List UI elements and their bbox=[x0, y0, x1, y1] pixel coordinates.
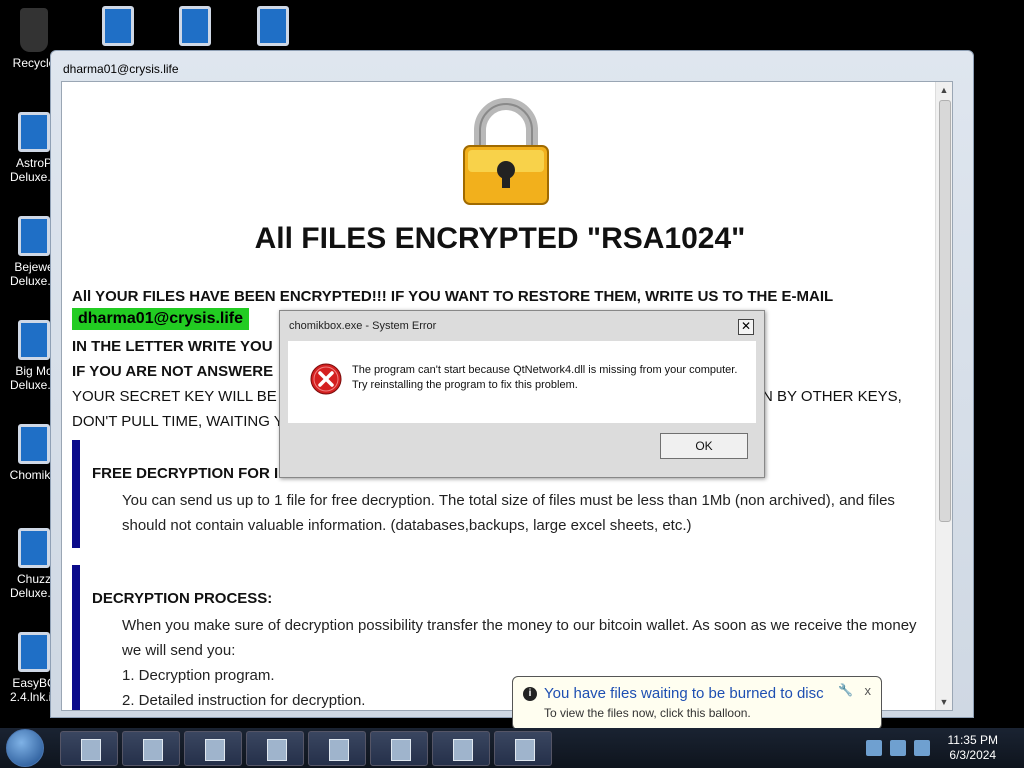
error-icon bbox=[310, 363, 342, 395]
installer-icon bbox=[329, 739, 349, 761]
taskbar-button[interactable] bbox=[494, 731, 552, 766]
close-icon[interactable]: ✕ bbox=[738, 319, 754, 335]
taskbar-button[interactable] bbox=[184, 731, 242, 766]
options-icon[interactable]: 🔧 bbox=[838, 683, 853, 697]
shortcut-icon bbox=[18, 424, 50, 464]
section-bar bbox=[72, 565, 80, 710]
balloon-title: You have files waiting to be burned to d… bbox=[544, 685, 824, 702]
desktop-shortcut[interactable] bbox=[243, 6, 303, 50]
ok-button[interactable]: OK bbox=[660, 433, 748, 459]
taskbar: 11:35 PM 6/3/2024 bbox=[0, 728, 1024, 768]
warning-line: IF YOU ARE NOT ANSWERE bbox=[72, 363, 274, 380]
section-bar bbox=[72, 440, 80, 548]
padlock-icon bbox=[463, 98, 549, 205]
info-icon: i bbox=[523, 687, 537, 701]
taskbar-button[interactable] bbox=[432, 731, 490, 766]
dialog-content: The program can't start because QtNetwor… bbox=[288, 341, 756, 423]
error-message: The program can't start because QtNetwor… bbox=[352, 364, 738, 391]
shortcut-icon bbox=[18, 216, 50, 256]
trash-icon bbox=[20, 8, 48, 52]
warning-line: IN THE LETTER WRITE YOU bbox=[72, 338, 273, 355]
installer-icon bbox=[515, 739, 535, 761]
start-button[interactable] bbox=[6, 729, 44, 767]
taskbar-button[interactable] bbox=[308, 731, 366, 766]
volume-tray-icon[interactable] bbox=[914, 740, 930, 756]
section-text: When you make sure of decryption possibi… bbox=[122, 617, 917, 659]
taskbar-clock[interactable]: 11:35 PM 6/3/2024 bbox=[948, 733, 998, 763]
document-icon bbox=[81, 739, 101, 761]
burn-notification-balloon[interactable]: i You have files waiting to be burned to… bbox=[512, 676, 882, 730]
scroll-thumb[interactable] bbox=[939, 100, 951, 522]
taskbar-button[interactable] bbox=[60, 731, 118, 766]
dialog-title: chomikbox.exe - System Error bbox=[289, 320, 437, 332]
burn-tray-icon[interactable] bbox=[866, 740, 882, 756]
desktop-shortcut[interactable] bbox=[88, 6, 148, 50]
taskbar-button[interactable] bbox=[122, 731, 180, 766]
section-text: You can send us up to 1 file for free de… bbox=[122, 492, 895, 534]
scroll-down-icon[interactable]: ▼ bbox=[936, 694, 952, 710]
warning-line: N BY OTHER KEYS, bbox=[762, 388, 902, 405]
clock-date: 6/3/2024 bbox=[949, 748, 997, 762]
shortcut-icon bbox=[18, 632, 50, 672]
installer-icon bbox=[391, 739, 411, 761]
installer-icon bbox=[205, 739, 225, 761]
balloon-subtitle: To view the files now, click this balloo… bbox=[544, 706, 751, 720]
clock-time: 11:35 PM bbox=[947, 733, 998, 747]
shortcut-icon bbox=[18, 320, 50, 360]
taskbar-button[interactable] bbox=[246, 731, 304, 766]
page-title: All FILES ENCRYPTED "RSA1024" bbox=[254, 222, 746, 255]
shortcut-icon bbox=[18, 112, 50, 152]
shortcut-icon bbox=[102, 6, 134, 46]
shortcut-icon bbox=[179, 6, 211, 46]
network-tray-icon[interactable] bbox=[890, 740, 906, 756]
taskbar-button[interactable] bbox=[370, 731, 428, 766]
warning-line: DON'T PULL TIME, WAITING Y bbox=[72, 413, 284, 430]
shortcut-icon bbox=[18, 528, 50, 568]
shortcut-icon bbox=[257, 6, 289, 46]
section-title: FREE DECRYPTION FOR I bbox=[92, 465, 279, 482]
vertical-scrollbar[interactable]: ▲ ▼ bbox=[935, 82, 952, 710]
email-badge[interactable]: dharma01@crysis.life bbox=[72, 308, 250, 330]
installer-icon bbox=[143, 739, 163, 761]
scroll-up-icon[interactable]: ▲ bbox=[936, 82, 952, 98]
notepad-icon bbox=[267, 739, 287, 761]
installer-icon bbox=[453, 739, 473, 761]
warning-line: All YOUR FILES HAVE BEEN ENCRYPTED!!! IF… bbox=[72, 288, 834, 305]
system-error-dialog[interactable]: chomikbox.exe - System Error ✕ The progr… bbox=[279, 310, 765, 478]
window-title: dharma01@crysis.life bbox=[63, 62, 179, 76]
section-title: DECRYPTION PROCESS: bbox=[92, 590, 273, 607]
warning-line: YOUR SECRET KEY WILL BE ST bbox=[72, 388, 301, 405]
desktop-icon-label: Recycle bbox=[12, 56, 56, 70]
desktop-shortcut[interactable] bbox=[165, 6, 225, 50]
close-icon[interactable]: x bbox=[865, 683, 872, 698]
